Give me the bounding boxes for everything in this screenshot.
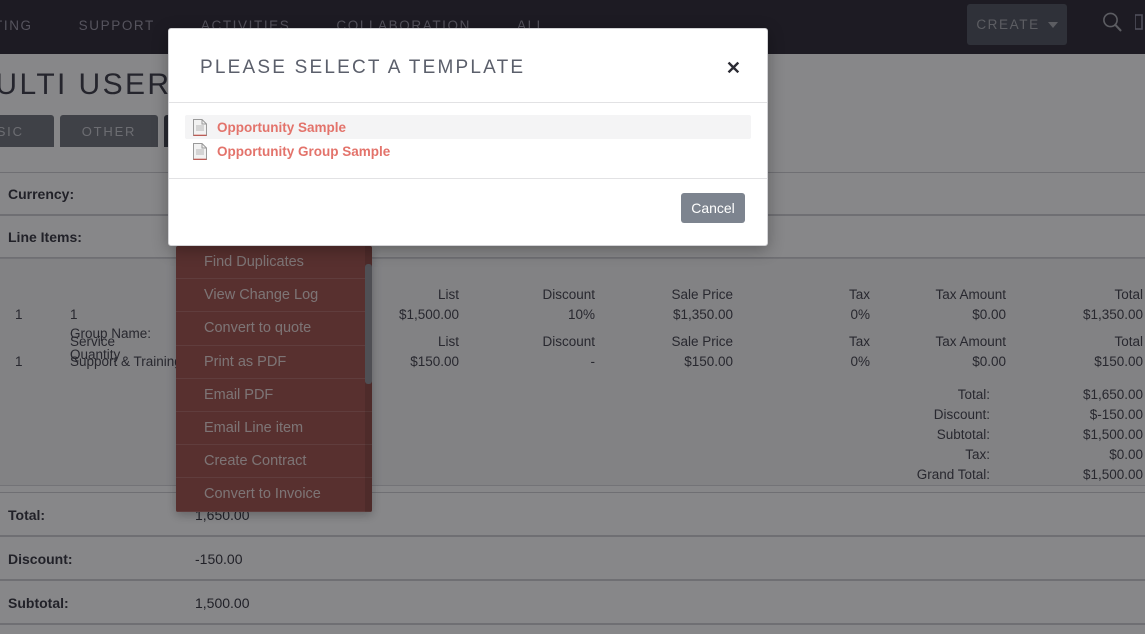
modal-title: PLEASE SELECT A TEMPLATE <box>200 57 526 78</box>
app-root: MARKETING SUPPORT ACTIVITIES COLLABORATI… <box>0 0 1145 634</box>
document-icon <box>193 142 207 160</box>
modal-footer: Cancel <box>169 179 767 245</box>
cancel-button[interactable]: Cancel <box>681 193 745 223</box>
template-label: Opportunity Group Sample <box>217 143 391 159</box>
modal-body: Opportunity Sample Opportunity Group Sam… <box>169 103 767 179</box>
template-list-item-opportunity-group-sample[interactable]: Opportunity Group Sample <box>185 139 751 163</box>
select-template-modal: PLEASE SELECT A TEMPLATE ✕ Opportunity S… <box>168 28 768 246</box>
modal-header: PLEASE SELECT A TEMPLATE ✕ <box>169 29 767 103</box>
document-icon <box>193 118 207 136</box>
template-list-item-opportunity-sample[interactable]: Opportunity Sample <box>185 115 751 139</box>
close-icon[interactable]: ✕ <box>722 55 745 81</box>
template-label: Opportunity Sample <box>217 119 347 135</box>
